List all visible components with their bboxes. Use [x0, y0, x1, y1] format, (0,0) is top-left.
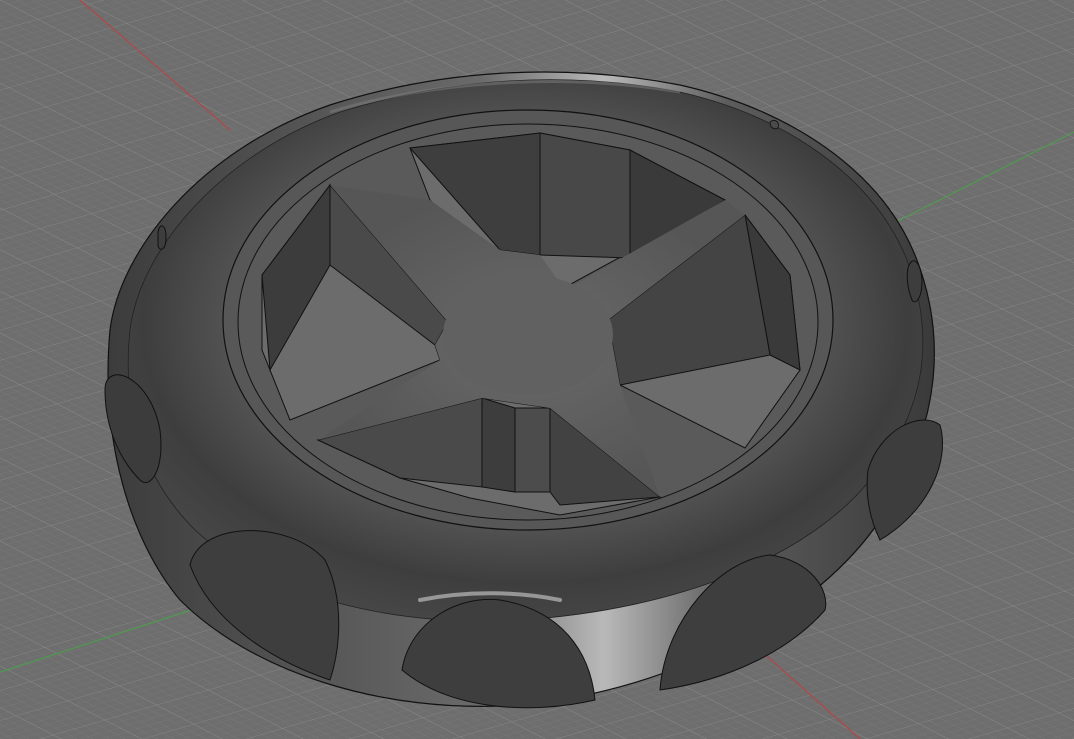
scallop-7 [157, 225, 167, 250]
knob-model[interactable] [104, 71, 943, 709]
viewport-canvas[interactable] [0, 0, 1074, 739]
3d-viewport[interactable] [0, 0, 1074, 739]
center-hub[interactable] [443, 275, 613, 395]
